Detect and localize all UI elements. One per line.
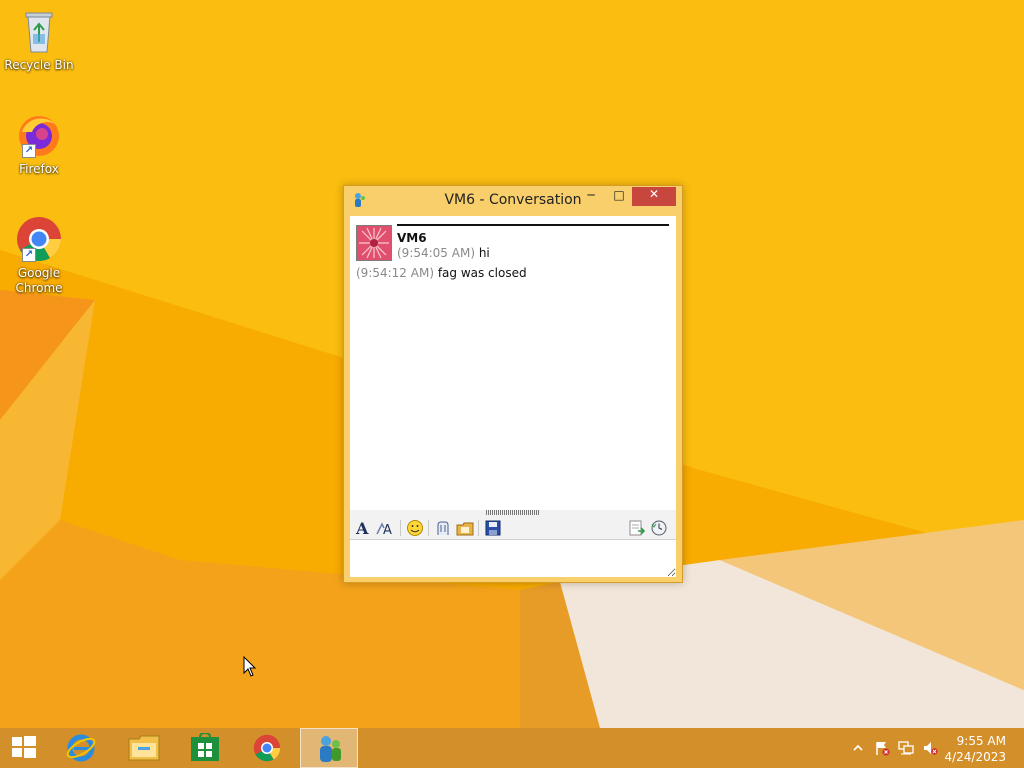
show-hidden-icons-button[interactable] (850, 740, 866, 756)
taskbar-chrome[interactable] (238, 728, 296, 768)
font-glyph: A (355, 519, 369, 537)
taskbar-file-explorer[interactable] (114, 728, 172, 768)
message-input[interactable] (350, 540, 676, 577)
splitter-grip[interactable] (486, 510, 540, 515)
taskbar-messenger[interactable] (300, 728, 358, 768)
messenger-icon (320, 736, 341, 762)
clock-date[interactable]: 4/24/2023 (944, 750, 1006, 764)
maximize-button[interactable]: □ (608, 188, 630, 207)
svg-text:A: A (383, 523, 392, 537)
message-text: hi (475, 246, 490, 260)
send-file-icon[interactable] (456, 519, 474, 537)
minimize-button[interactable]: ─ (580, 188, 602, 207)
emoticon-icon[interactable] (406, 519, 424, 537)
network-icon[interactable] (898, 740, 914, 756)
divider (397, 224, 669, 226)
format-toolbar: A A (350, 516, 676, 540)
action-center-icon[interactable] (874, 740, 890, 756)
chevron-up-icon (853, 744, 863, 751)
window-titlebar[interactable]: VM6 - Conversation ─ □ ✕ (344, 186, 682, 216)
start-button[interactable] (0, 728, 48, 768)
recycle-bin-icon (14, 6, 64, 56)
internet-explorer-icon (66, 734, 96, 762)
clock-time[interactable]: 9:55 AM (957, 734, 1006, 748)
volume-muted-icon[interactable] (922, 740, 938, 756)
toolbar-separator (478, 520, 479, 536)
firefox-icon: ↗ (14, 110, 64, 160)
message-line: (9:54:05 AM) hi (397, 246, 490, 260)
history-clock-icon[interactable] (650, 519, 668, 537)
conversation-history[interactable]: VM6 (9:54:05 AM) hi (9:54:12 AM) fag was… (350, 216, 676, 510)
close-button[interactable]: ✕ (632, 187, 676, 206)
desktop-icon-recycle-bin[interactable]: Recycle Bin (4, 6, 74, 73)
save-icon[interactable] (484, 519, 502, 537)
shortcut-arrow-icon: ↗ (22, 144, 36, 158)
taskbar: 9:55 AM 4/24/2023 (0, 728, 1024, 768)
message-line: (9:54:12 AM) fag was closed (356, 266, 527, 280)
avatar (356, 225, 392, 261)
mouse-pointer-icon (243, 656, 257, 677)
chrome-icon (253, 734, 281, 762)
toolbar-separator (400, 520, 401, 536)
desktop-icon-firefox[interactable]: ↗ Firefox (4, 110, 74, 177)
nudge-icon[interactable] (434, 519, 452, 537)
taskbar-internet-explorer[interactable] (52, 728, 110, 768)
message-timestamp: (9:54:05 AM) (397, 246, 475, 260)
font-style-button[interactable]: A (376, 519, 394, 538)
desktop-icon-label: Google Chrome (15, 266, 63, 295)
log-viewer-icon[interactable] (628, 519, 646, 537)
message-timestamp: (9:54:12 AM) (356, 266, 434, 280)
sender-name: VM6 (397, 231, 427, 245)
desktop-icon-chrome[interactable]: ↗ Google Chrome (4, 214, 74, 296)
taskbar-store[interactable] (176, 728, 234, 768)
store-icon (191, 733, 219, 761)
font-button[interactable]: A (354, 519, 372, 538)
chrome-icon: ↗ (14, 214, 64, 264)
windows-logo-icon (12, 736, 36, 758)
desktop-icon-label: Recycle Bin (4, 58, 74, 72)
file-explorer-icon (128, 735, 160, 761)
shortcut-arrow-icon: ↗ (22, 248, 36, 262)
desktop-icon-label: Firefox (19, 162, 59, 176)
toolbar-separator (428, 520, 429, 536)
conversation-window[interactable]: VM6 - Conversation ─ □ ✕ VM6 (9:54:05 AM… (343, 185, 683, 583)
message-text: fag was closed (434, 266, 527, 280)
